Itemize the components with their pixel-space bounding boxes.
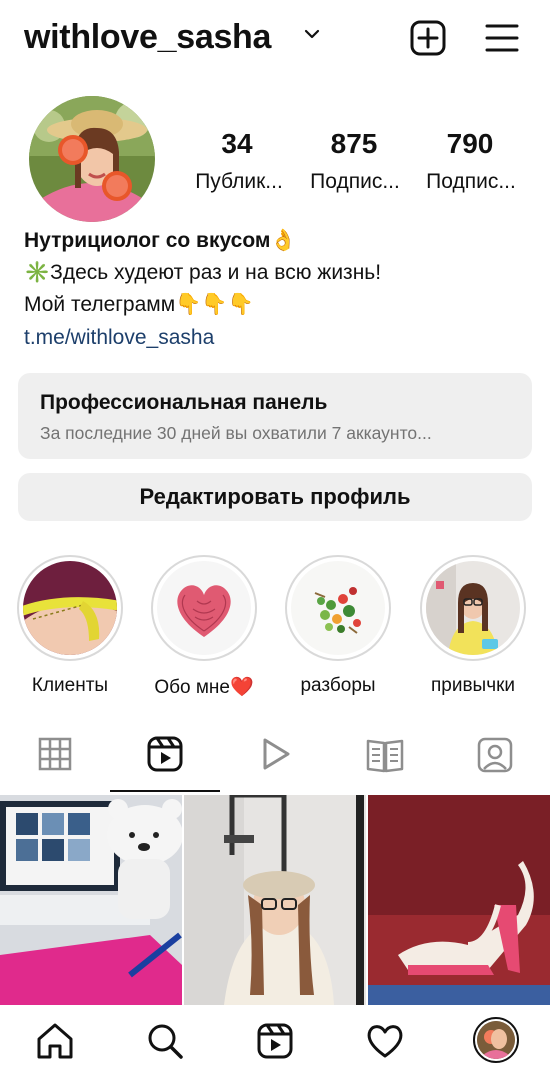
tagged-icon[interactable] [470,735,520,775]
reels-icon[interactable] [253,1019,297,1063]
search-icon[interactable] [143,1019,187,1063]
post-thumbnail[interactable] [368,795,550,1005]
following-label[interactable]: Подпис... [411,168,531,196]
highlight-ring [17,555,123,661]
highlight-cover [426,561,520,655]
reels-icon[interactable] [140,735,190,775]
active-tab-indicator [110,790,220,792]
new-post-icon[interactable] [408,18,448,58]
followers-count[interactable]: 875 [299,126,409,162]
highlight-label: привычки [430,675,516,696]
highlight-label: Клиенты [31,675,109,696]
professional-dashboard[interactable]: Профессиональная панель За последние 30 … [18,373,532,459]
play-icon[interactable] [250,735,300,775]
menu-icon[interactable] [482,18,522,58]
bio-link[interactable]: t.me/withlove_sasha [24,323,214,353]
highlight-item[interactable]: разборы [283,555,393,697]
highlight-cover [157,561,251,655]
guide-icon[interactable] [360,735,410,775]
highlight-item[interactable]: Обо мне❤️ [149,555,259,699]
following-count[interactable]: 790 [415,126,525,162]
profile-avatar[interactable] [29,96,155,222]
highlight-cover [291,561,385,655]
bio-name: Нутрициолог со вкусом👌 [24,229,297,252]
highlight-ring [420,555,526,661]
bio-line: Мой телеграмм👇👇👇 [24,293,254,316]
edit-profile-button[interactable]: Редактировать профиль [18,473,532,521]
dashboard-subtitle: За последние 30 дней вы охватили 7 аккау… [40,423,432,443]
post-thumbnail[interactable] [184,795,366,1005]
highlight-item[interactable]: Клиенты [15,555,125,697]
home-icon[interactable] [33,1019,77,1063]
post-thumbnail[interactable] [0,795,182,1005]
followers-label[interactable]: Подпис... [295,168,415,196]
highlight-label: разборы [300,675,376,696]
highlight-ring [151,555,257,661]
profile-username[interactable]: withlove_sasha [24,14,271,60]
dashboard-title: Профессиональная панель [40,391,328,414]
highlight-label: Обо мне❤️ [154,677,254,698]
highlight-ring [285,555,391,661]
posts-count[interactable]: 34 [182,126,292,162]
heart-icon[interactable] [363,1019,407,1063]
highlight-cover [23,561,117,655]
profile-avatar[interactable] [473,1017,519,1063]
grid-icon[interactable] [30,735,80,775]
chevron-down-icon[interactable] [302,24,322,44]
posts-label[interactable]: Публик... [179,168,299,196]
highlight-item[interactable]: привычки [418,555,528,697]
bio-line: ✳️Здесь худеют раз и на всю жизнь! [24,261,382,284]
